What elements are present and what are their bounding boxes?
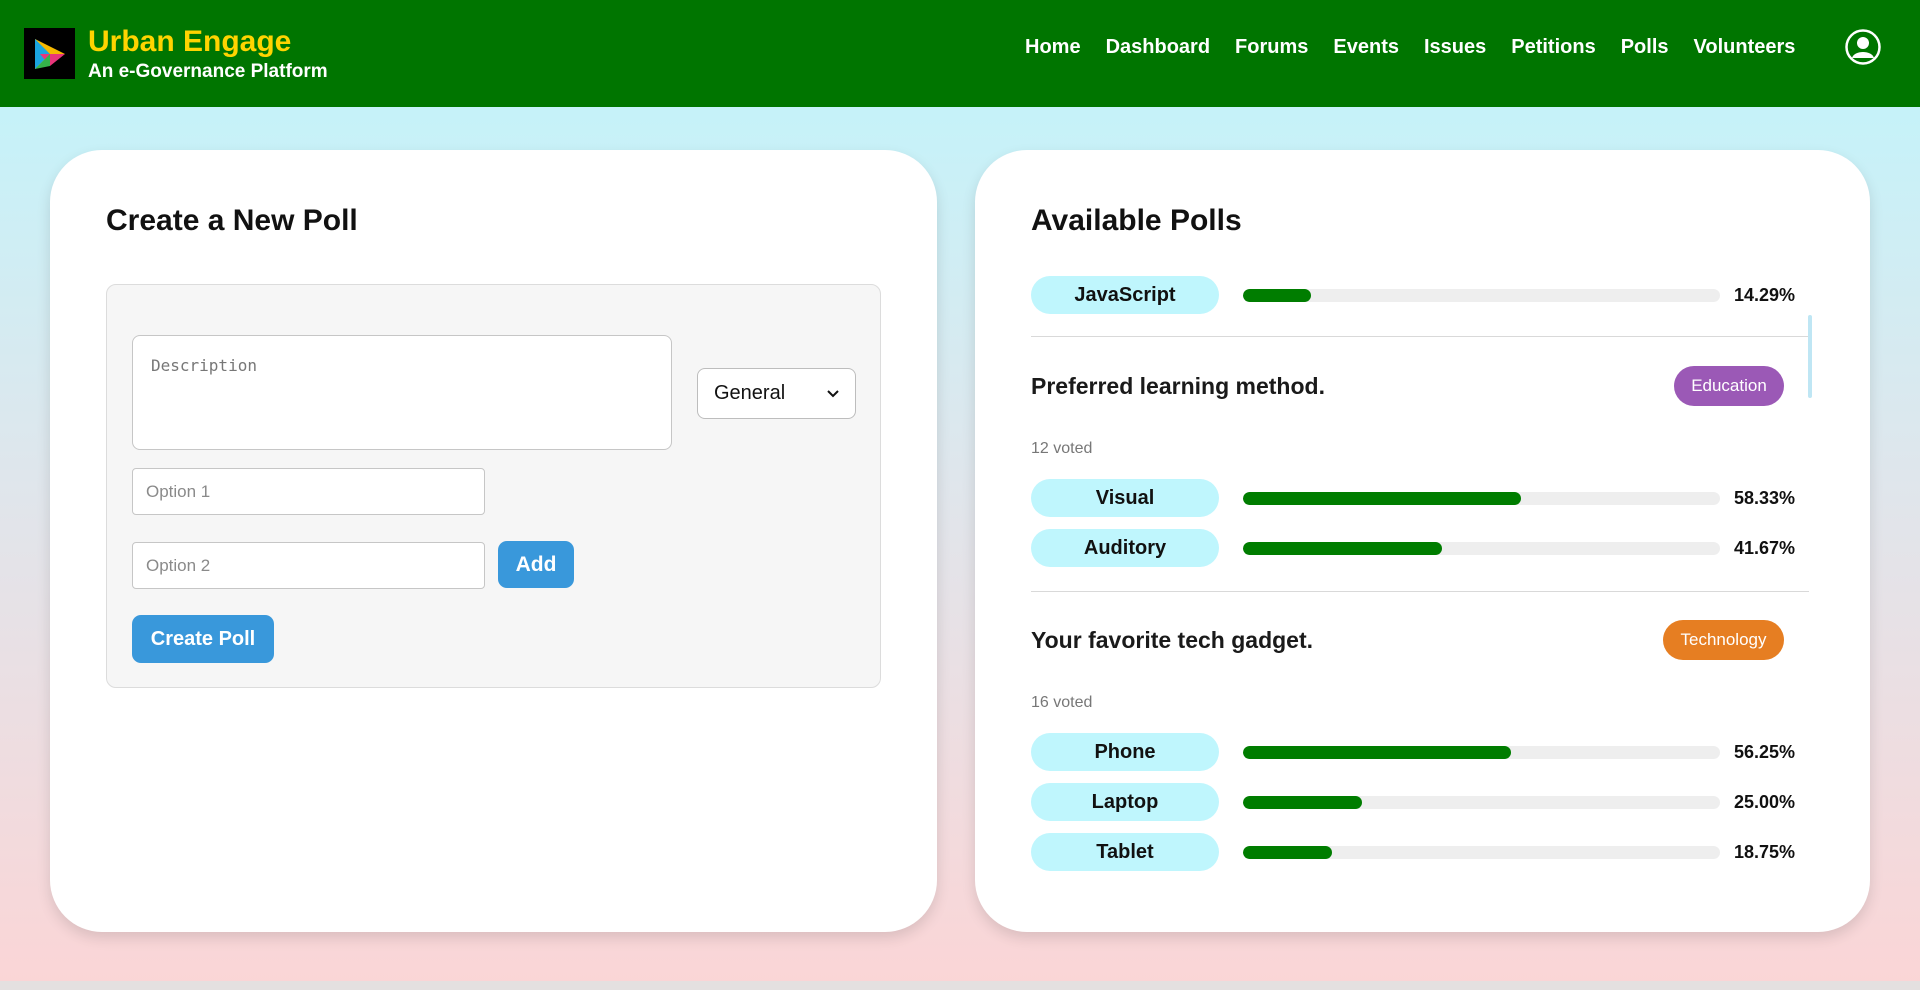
scrollbar-thumb[interactable] — [1808, 315, 1812, 398]
poll-percent: 14.29% — [1734, 285, 1796, 305]
poll-percent: 56.25% — [1734, 742, 1796, 762]
nav-links: Home Dashboard Forums Events Issues Peti… — [1025, 36, 1820, 59]
poll-option-row: Phone 56.25% — [1031, 733, 1801, 771]
poll-progress-track — [1243, 796, 1720, 809]
poll-option-chip[interactable]: Phone — [1031, 733, 1219, 771]
create-poll-form: General Add Create Poll — [106, 284, 881, 688]
poll-option-chip[interactable]: Laptop — [1031, 783, 1219, 821]
nav-home[interactable]: Home — [1025, 36, 1081, 59]
description-input[interactable] — [132, 335, 672, 450]
nav-forums[interactable]: Forums — [1235, 36, 1308, 59]
category-select[interactable]: General — [697, 368, 856, 419]
poll-progress-track — [1243, 542, 1720, 555]
poll-progress-track — [1243, 289, 1720, 302]
play-triangle-logo-icon — [24, 28, 75, 79]
category-selected-value: General — [714, 382, 786, 404]
poll-question: Preferred learning method. — [1031, 373, 1325, 399]
page-bottom-edge — [0, 981, 1920, 990]
create-poll-title: Create a New Poll — [106, 204, 358, 237]
poll-progress-fill — [1243, 492, 1522, 505]
category-badge: Education — [1674, 366, 1784, 406]
poll-progress-fill — [1243, 796, 1363, 809]
brand[interactable]: Urban Engage An e-Governance Platform — [24, 24, 328, 82]
poll-option-chip[interactable]: Tablet — [1031, 833, 1219, 871]
vote-count: 12 voted — [1031, 440, 1093, 457]
nav-events[interactable]: Events — [1333, 36, 1399, 59]
brand-title: Urban Engage — [88, 24, 292, 58]
poll-divider — [1031, 591, 1809, 592]
poll-percent: 25.00% — [1734, 792, 1796, 812]
poll-progress-fill — [1243, 542, 1442, 555]
navbar: Urban Engage An e-Governance Platform Ho… — [0, 0, 1920, 107]
poll-option-chip[interactable]: JavaScript — [1031, 276, 1219, 314]
option-2-input[interactable] — [132, 542, 485, 589]
available-polls-title: Available Polls — [1031, 204, 1242, 237]
poll-progress-fill — [1243, 846, 1333, 859]
add-option-button[interactable]: Add — [498, 541, 574, 588]
nav-dashboard[interactable]: Dashboard — [1106, 36, 1210, 59]
poll-progress-track — [1243, 846, 1720, 859]
poll-option-row: JavaScript 14.29% — [1031, 276, 1801, 314]
poll-option-chip[interactable]: Visual — [1031, 479, 1219, 517]
nav-volunteers[interactable]: Volunteers — [1694, 36, 1796, 59]
poll-question: Your favorite tech gadget. — [1031, 627, 1314, 653]
brand-subtitle: An e-Governance Platform — [88, 60, 328, 82]
poll-option-chip[interactable]: Auditory — [1031, 529, 1219, 567]
poll-progress-track — [1243, 746, 1720, 759]
create-poll-card: Create a New Poll General Add Create Pol… — [50, 150, 937, 932]
poll-percent: 18.75% — [1734, 842, 1796, 862]
poll-progress-fill — [1243, 289, 1312, 302]
poll-progress-fill — [1243, 746, 1512, 759]
chevron-down-icon — [827, 389, 839, 397]
poll-option-row: Laptop 25.00% — [1031, 783, 1801, 821]
poll-divider — [1031, 336, 1809, 337]
poll-percent: 58.33% — [1734, 488, 1796, 508]
poll-option-row: Tablet 18.75% — [1031, 833, 1801, 871]
vote-count: 16 voted — [1031, 694, 1093, 711]
category-badge: Technology — [1663, 620, 1784, 660]
available-polls-card: Available Polls JavaScript 14.29% Prefer… — [975, 150, 1870, 932]
poll-option-row: Auditory 41.67% — [1031, 529, 1801, 567]
nav-issues[interactable]: Issues — [1424, 36, 1486, 59]
user-circle-icon[interactable] — [1845, 29, 1881, 65]
poll-progress-track — [1243, 492, 1720, 505]
poll-option-row: Visual 58.33% — [1031, 479, 1801, 517]
create-poll-button[interactable]: Create Poll — [132, 615, 274, 663]
nav-petitions[interactable]: Petitions — [1511, 36, 1595, 59]
nav-polls[interactable]: Polls — [1621, 36, 1669, 59]
poll-percent: 41.67% — [1734, 538, 1796, 558]
option-1-input[interactable] — [132, 468, 485, 515]
